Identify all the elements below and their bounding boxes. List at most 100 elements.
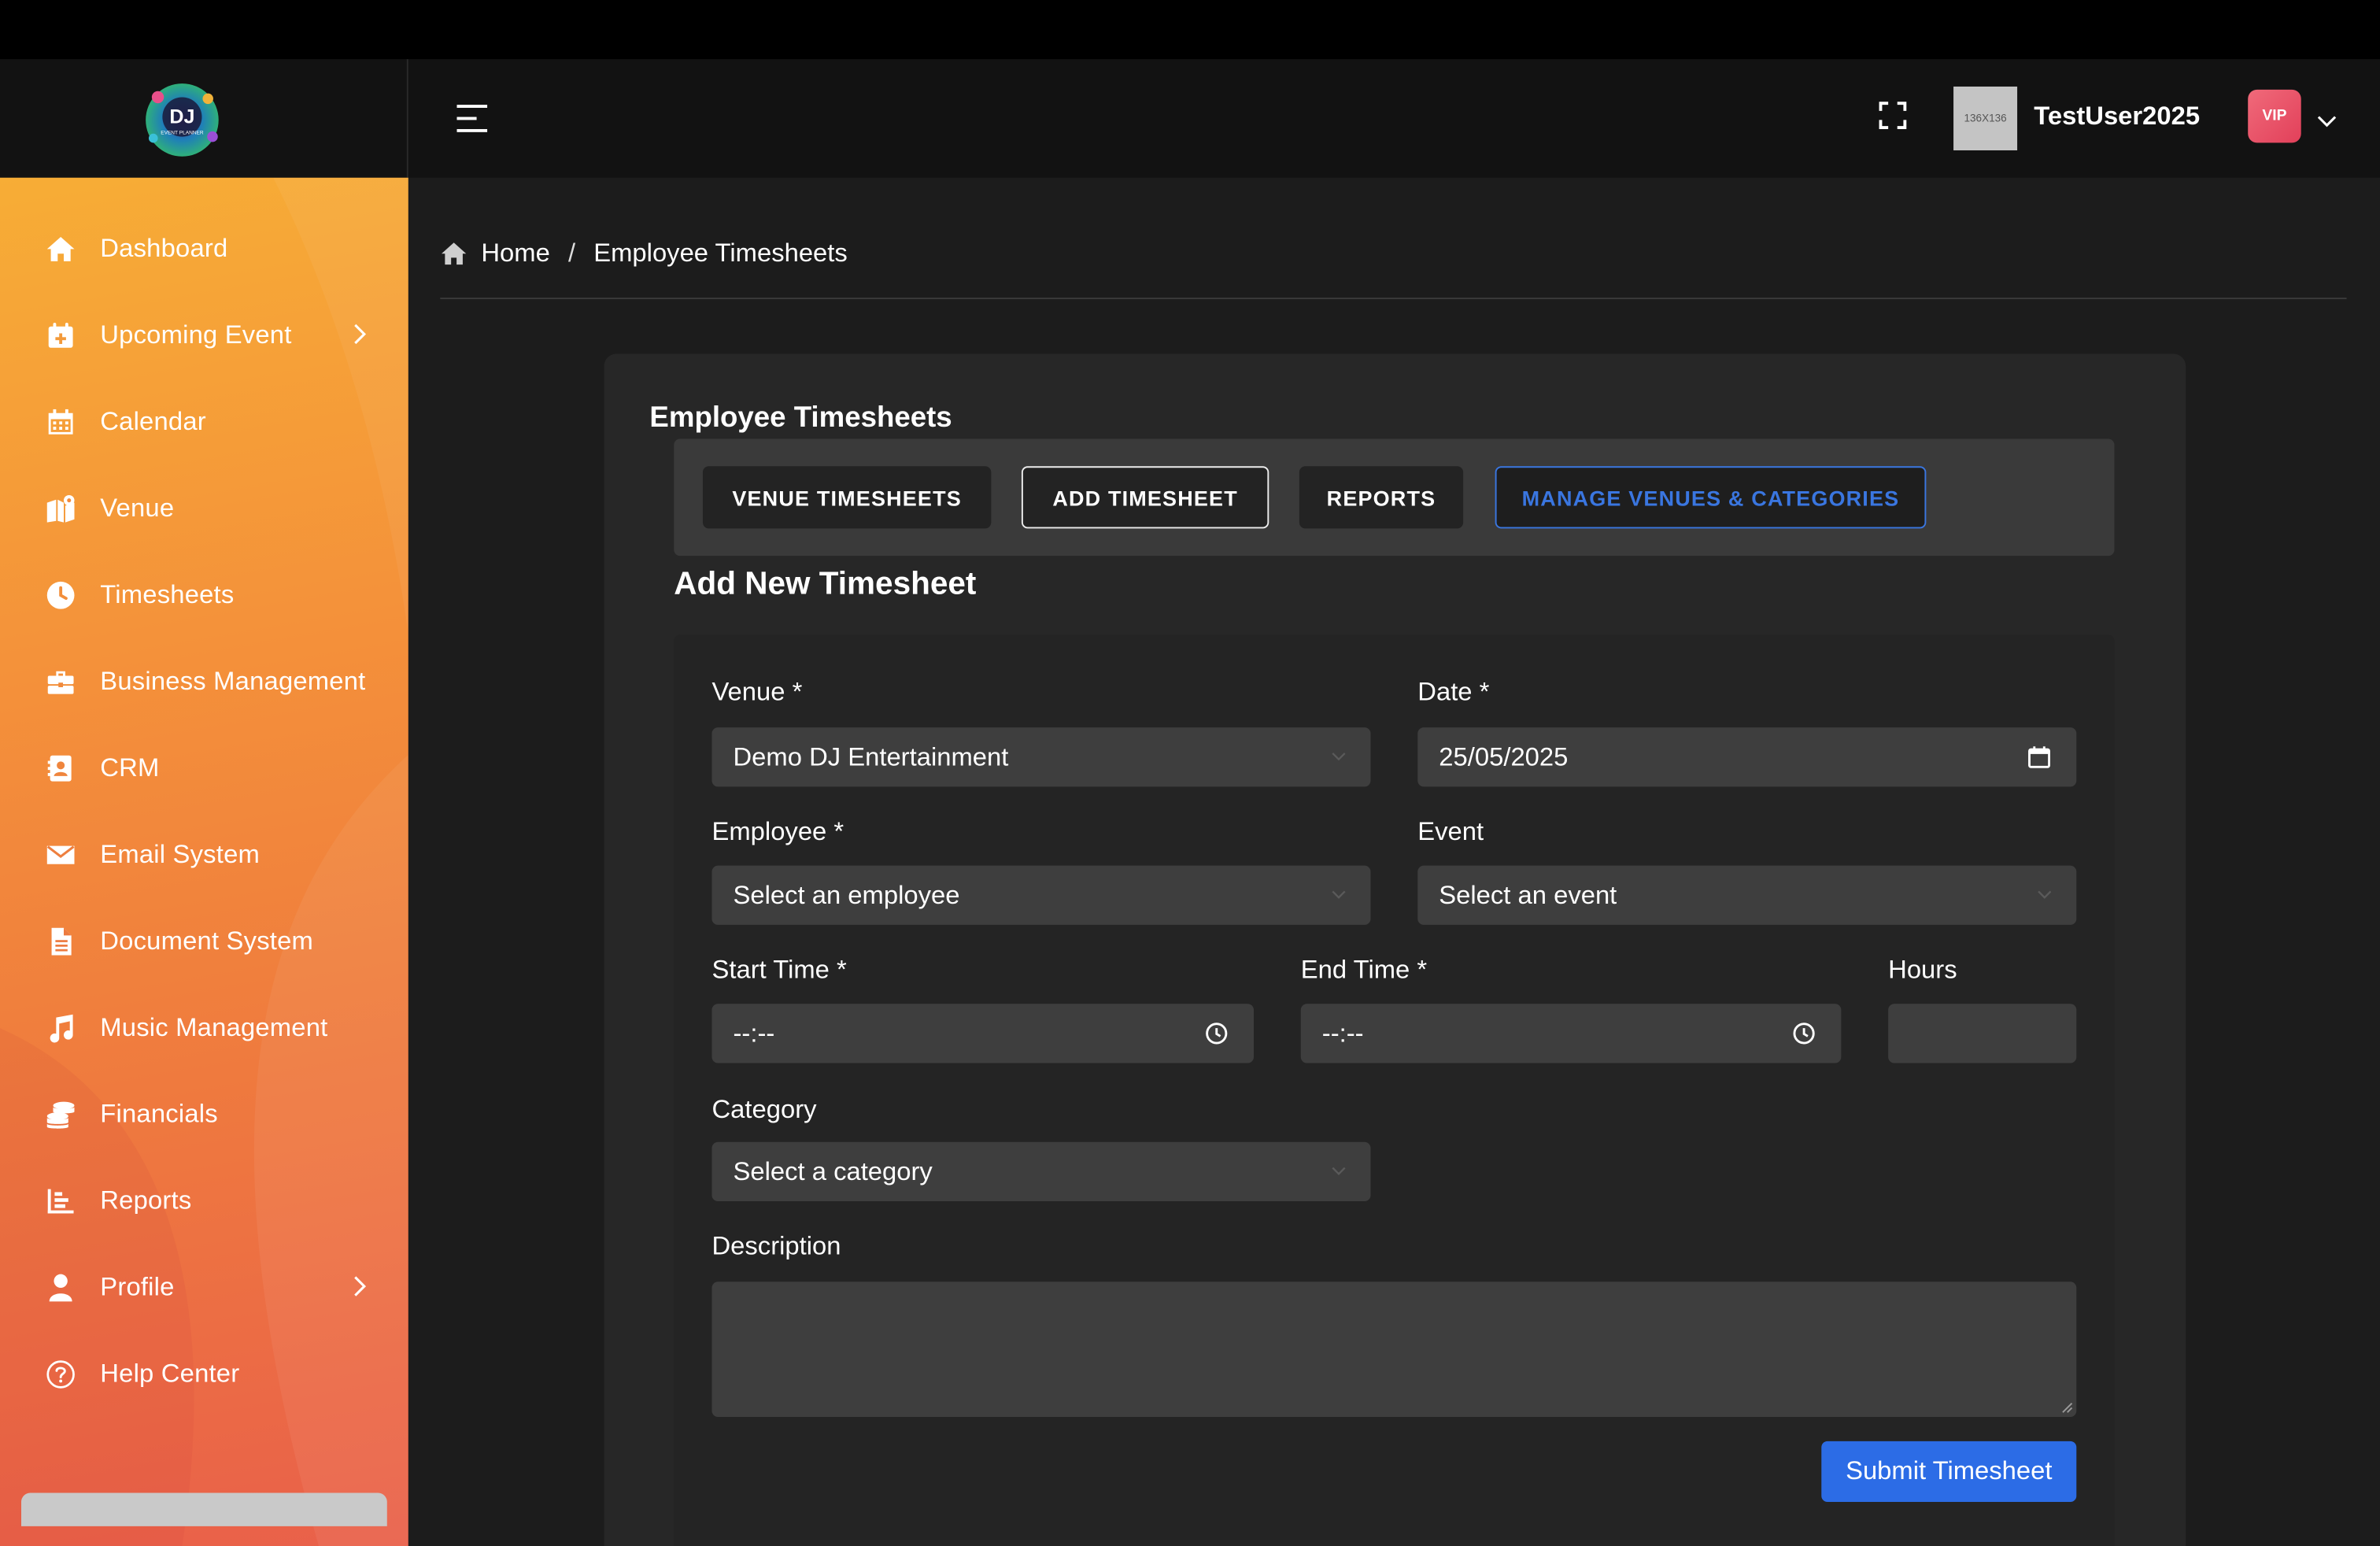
sidebar-item-label: Profile [100, 1271, 175, 1301]
svg-text:DJ: DJ [169, 105, 194, 128]
chevron-down-icon [1332, 1167, 1346, 1175]
sidebar-item-reports[interactable]: Reports [0, 1157, 408, 1244]
sidebar-nav: Dashboard Upcoming Event Calendar Venue … [0, 205, 408, 1417]
date-input[interactable]: 25/05/2025 [1417, 727, 2077, 787]
breadcrumb-home-link[interactable]: Home [481, 239, 549, 269]
chevron-right-icon [350, 320, 368, 348]
breadcrumb: Home / Employee Timesheets [440, 235, 848, 272]
divider [440, 298, 2347, 300]
briefcase-icon [46, 666, 76, 697]
clock-icon[interactable] [1203, 1020, 1229, 1046]
document-icon [46, 926, 76, 956]
end-time-input[interactable]: --:-- [1300, 1004, 1842, 1063]
calendar-icon[interactable] [2027, 744, 2053, 770]
sidebar-item-label: Email System [100, 838, 260, 868]
sidebar-item-label: CRM [100, 752, 160, 782]
event-label: Event [1417, 816, 1484, 846]
chevron-down-icon [1332, 890, 1346, 899]
svg-text:EVENT PLANNER: EVENT PLANNER [161, 131, 204, 136]
sidebar-item-music-management[interactable]: Music Management [0, 984, 408, 1071]
sidebar-item-dashboard[interactable]: Dashboard [0, 205, 408, 291]
tab-manage-venues-categories[interactable]: MANAGE VENUES & CATEGORIES [1495, 466, 1927, 529]
bar-chart-icon [46, 1185, 76, 1216]
sidebar-item-label: Music Management [100, 1012, 328, 1041]
sidebar-item-help-center[interactable]: Help Center [0, 1330, 408, 1417]
start-time-input[interactable]: --:-- [711, 1004, 1254, 1063]
tab-venue-timesheets[interactable]: VENUE TIMESHEETS [702, 466, 992, 529]
sidebar-item-financials[interactable]: Financials [0, 1071, 408, 1157]
sidebar-item-upcoming-event[interactable]: Upcoming Event [0, 291, 408, 378]
sidebar-item-label: Upcoming Event [100, 320, 292, 349]
timesheets-card: Employee Timesheets VENUE TIMESHEETS ADD… [604, 353, 2186, 1546]
resize-handle-icon[interactable] [2060, 1400, 2073, 1414]
home-icon [46, 233, 76, 264]
sidebar-item-label: Document System [100, 925, 314, 955]
sidebar-item-email-system[interactable]: Email System [0, 811, 408, 897]
hours-field[interactable] [1888, 1004, 2077, 1063]
employee-select-value: Select an employee [733, 880, 960, 909]
hours-label: Hours [1888, 955, 1957, 985]
contact-card-icon [46, 753, 76, 783]
tab-add-timesheet[interactable]: ADD TIMESHEET [1021, 466, 1269, 529]
sidebar-item-calendar[interactable]: Calendar [0, 378, 408, 464]
sidebar-item-venue[interactable]: Venue [0, 464, 408, 551]
vip-badge: VIP [2248, 89, 2301, 143]
sidebar-item-label: Timesheets [100, 579, 235, 608]
fullscreen-icon[interactable] [1878, 100, 1909, 131]
breadcrumb-separator: / [567, 238, 576, 268]
sidebar-item-document-system[interactable]: Document System [0, 897, 408, 984]
clock-icon [46, 579, 76, 610]
user-icon [46, 1272, 76, 1303]
submit-timesheet-button[interactable]: Submit Timesheet [1821, 1441, 2077, 1503]
clock-icon[interactable] [1791, 1020, 1817, 1046]
chevron-down-icon [1332, 753, 1346, 761]
date-label: Date * [1417, 677, 1490, 707]
sidebar-item-label: Reports [100, 1185, 192, 1215]
sidebar-logo-area: DJ EVENT PLANNER [0, 59, 408, 178]
venue-label: Venue * [711, 677, 803, 707]
start-time-label: Start Time * [711, 955, 847, 985]
tab-reports[interactable]: REPORTS [1299, 466, 1464, 529]
sidebar-item-business-management[interactable]: Business Management [0, 638, 408, 724]
event-select-value: Select an event [1439, 880, 1617, 909]
category-select[interactable]: Select a category [711, 1141, 1371, 1202]
sidebar-item-label: Calendar [100, 406, 206, 435]
end-time-value: --:-- [1321, 1018, 1364, 1048]
music-note-icon [46, 1012, 76, 1043]
sidebar-item-label: Help Center [100, 1358, 240, 1388]
menu-toggle-icon[interactable] [454, 100, 490, 136]
start-time-value: --:-- [733, 1018, 775, 1048]
sidebar-item-label: Dashboard [100, 233, 228, 262]
top-header: 136X136 TestUser2025 VIP [408, 59, 2380, 178]
question-circle-icon [46, 1359, 76, 1389]
sidebar-item-timesheets[interactable]: Timesheets [0, 551, 408, 638]
chevron-down-icon[interactable] [2316, 109, 2338, 128]
avatar[interactable]: 136X136 [1953, 86, 2018, 150]
home-icon[interactable] [440, 240, 468, 268]
venue-select[interactable]: Demo DJ Entertainment [711, 727, 1371, 787]
sidebar-item-crm[interactable]: CRM [0, 724, 408, 811]
event-select[interactable]: Select an event [1417, 865, 2077, 925]
map-location-icon [46, 493, 76, 523]
dj-logo-icon: DJ EVENT PLANNER [146, 83, 219, 157]
sidebar: Dashboard Upcoming Event Calendar Venue … [0, 177, 408, 1546]
username[interactable]: TestUser2025 [2034, 102, 2200, 132]
employee-select[interactable]: Select an employee [711, 865, 1371, 925]
top-black-bar [0, 0, 2380, 60]
description-textarea[interactable] [711, 1282, 2077, 1418]
sidebar-item-label: Financials [100, 1098, 218, 1128]
chevron-down-icon [2038, 890, 2052, 899]
add-timesheet-form: Venue * Demo DJ Entertainment Date * 25/… [674, 634, 2115, 1546]
app-root: DJ EVENT PLANNER Dashboard Upcoming Even… [0, 0, 2380, 1546]
breadcrumb-current: Employee Timesheets [593, 238, 848, 268]
sidebar-scrollbar[interactable] [20, 1492, 387, 1526]
end-time-label: End Time * [1300, 955, 1428, 985]
sidebar-item-profile[interactable]: Profile [0, 1244, 408, 1330]
date-input-value: 25/05/2025 [1439, 742, 1569, 771]
category-select-value: Select a category [733, 1156, 933, 1185]
app-logo[interactable]: DJ EVENT PLANNER [137, 76, 228, 161]
category-label: Category [711, 1095, 817, 1124]
sidebar-item-label: Business Management [100, 665, 366, 695]
sidebar-item-label: Venue [100, 493, 175, 522]
calendar-icon [46, 406, 76, 437]
